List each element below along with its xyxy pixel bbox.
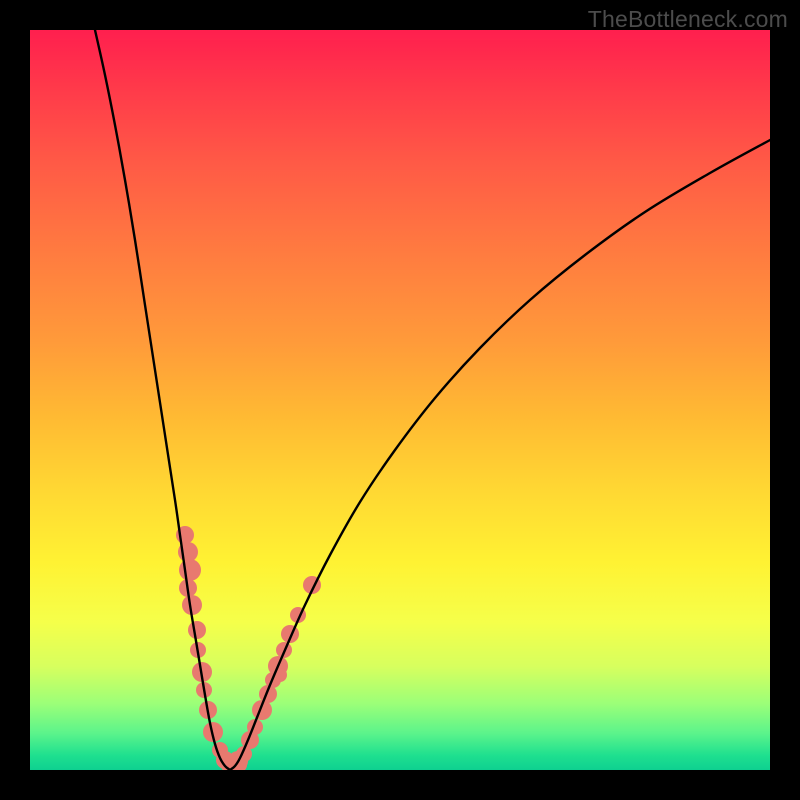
data-point [179, 559, 201, 581]
watermark-text: TheBottleneck.com [588, 6, 788, 33]
chart-svg [30, 30, 770, 770]
data-point [188, 621, 206, 639]
curve-right-arm [230, 140, 770, 770]
plot-area [30, 30, 770, 770]
chart-frame: TheBottleneck.com [0, 0, 800, 800]
curve-left-arm [95, 30, 230, 770]
